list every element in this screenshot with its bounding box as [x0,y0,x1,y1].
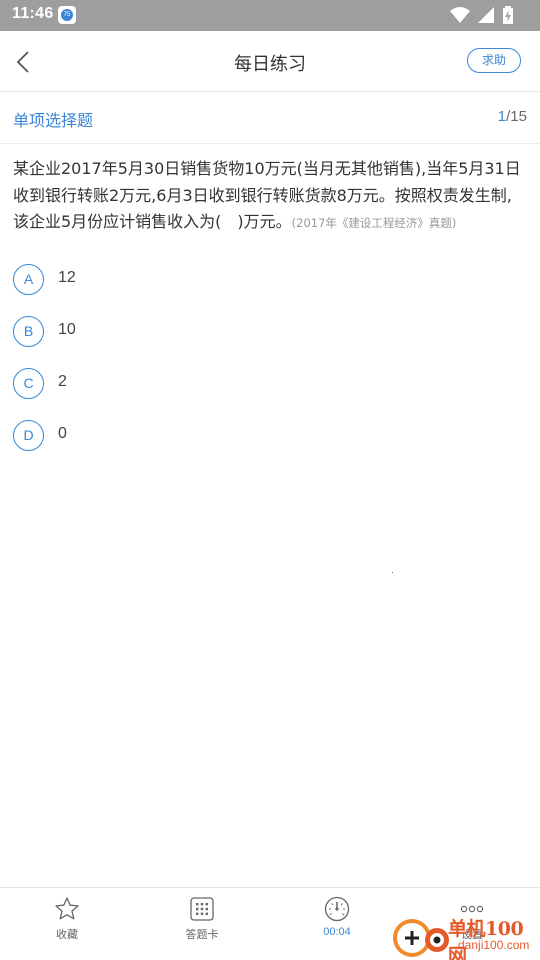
option-text: 0 [58,425,67,442]
favorite-tab[interactable]: 收藏 [27,896,107,952]
option-c[interactable]: C 2 [13,368,513,400]
watermark-logo-icon [393,919,449,957]
question-type: 单项选择题 [13,111,94,130]
battery-icon [503,6,513,24]
app-header: 每日练习 求助 [0,31,540,92]
watermark-title: 单机100网 [448,918,524,960]
timer-label: 00:04 [323,926,351,938]
answer-card-tab[interactable]: 答题卡 [162,896,242,952]
option-a[interactable]: A 12 [13,264,513,296]
app-badge-label: 75 [61,9,73,21]
question-text: 某企业2017年5月30日销售货物10万元(当月无其他销售),当年5月31日收到… [13,156,527,237]
option-text: 12 [58,269,76,286]
option-letter: B [13,316,44,347]
question-source: (2017年《建设工程经济》真题) [291,216,457,230]
question-meta-row: 单项选择题 1/15 [0,92,540,144]
question-current: 1 [497,108,507,125]
page-title: 每日练习 [234,54,306,75]
option-letter: C [13,368,44,399]
status-icons [448,6,514,24]
option-text: 2 [58,373,67,390]
stopwatch-icon [324,896,350,922]
option-letter: D [13,420,44,451]
question-total: /15 [506,108,527,125]
watermark-url: danji100.com [458,938,530,952]
favorite-label: 收藏 [56,928,78,941]
timer-tab[interactable]: 00:04 [297,896,377,952]
question-counter: 1/15 [498,108,527,125]
option-b[interactable]: B 10 [13,316,513,348]
status-time: 11:46 [12,5,54,22]
grid-icon [190,897,214,921]
signal-icon [477,7,494,23]
app-notification-icon: 75 [58,6,76,24]
option-d[interactable]: D 0 [13,420,513,452]
help-button[interactable]: 求助 [467,48,521,73]
star-icon [55,897,79,920]
stray-dot [392,572,393,573]
watermark: 单机100网 danji100.com [390,912,540,960]
wifi-icon [449,7,470,23]
answer-card-label: 答题卡 [185,928,219,941]
status-bar: 11:46 75 [0,0,540,31]
option-letter: A [13,264,44,295]
option-text: 10 [58,321,76,338]
